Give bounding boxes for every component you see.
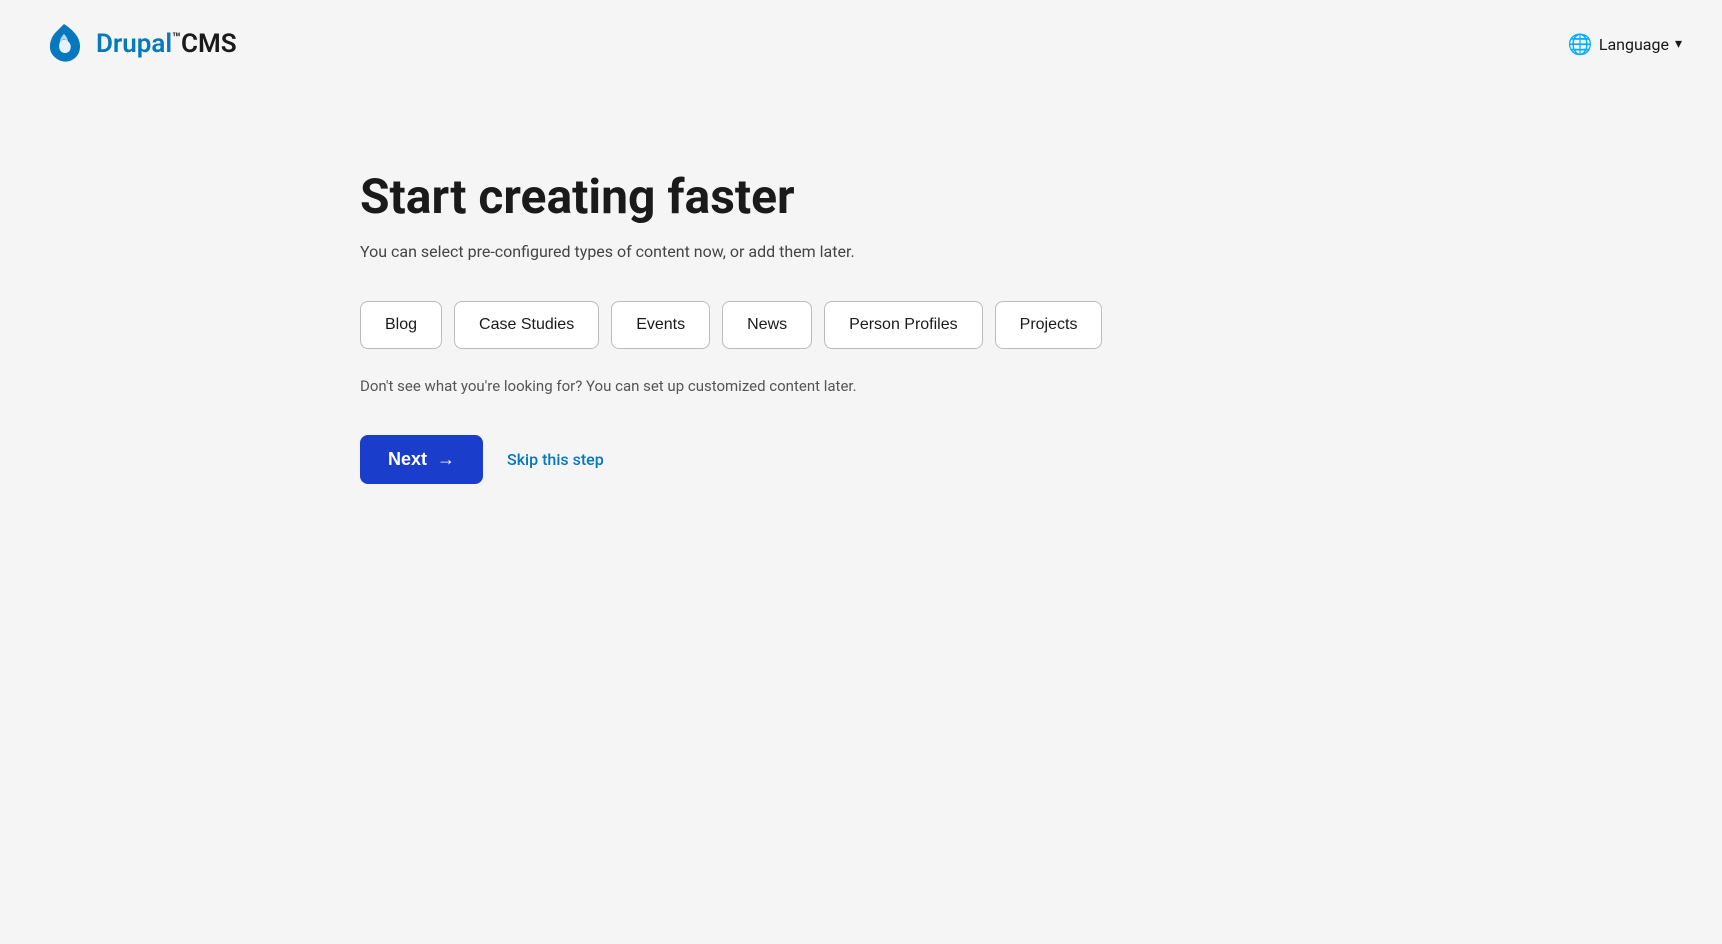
content-types-list: Blog Case Studies Events News Person Pro… [360, 301, 1722, 349]
arrow-right-icon: → [437, 449, 455, 470]
logo-text: Drupal™CMS [96, 29, 237, 59]
page-title: Start creating faster [360, 168, 1722, 226]
logo: Drupal™CMS [40, 20, 237, 68]
helper-text: Don't see what you're looking for? You c… [360, 377, 1722, 395]
next-button-label: Next [388, 449, 427, 470]
skip-this-step-link[interactable]: Skip this step [507, 450, 604, 469]
main-content: Start creating faster You can select pre… [0, 88, 1722, 484]
language-selector[interactable]: 🌐 Language ▾ [1568, 32, 1682, 56]
content-type-projects[interactable]: Projects [995, 301, 1103, 349]
globe-icon: 🌐 [1568, 32, 1593, 56]
content-type-person-profiles[interactable]: Person Profiles [824, 301, 983, 349]
content-type-case-studies[interactable]: Case Studies [454, 301, 599, 349]
actions-row: Next → Skip this step [360, 435, 1722, 484]
next-button[interactable]: Next → [360, 435, 483, 484]
content-type-blog[interactable]: Blog [360, 301, 442, 349]
chevron-down-icon: ▾ [1675, 36, 1682, 52]
page-header: Drupal™CMS 🌐 Language ▾ [0, 0, 1722, 88]
content-type-events[interactable]: Events [611, 301, 710, 349]
content-type-news[interactable]: News [722, 301, 812, 349]
drupal-logo-icon [40, 20, 88, 68]
page-subtitle: You can select pre-configured types of c… [360, 242, 1722, 261]
language-label: Language [1599, 35, 1669, 54]
